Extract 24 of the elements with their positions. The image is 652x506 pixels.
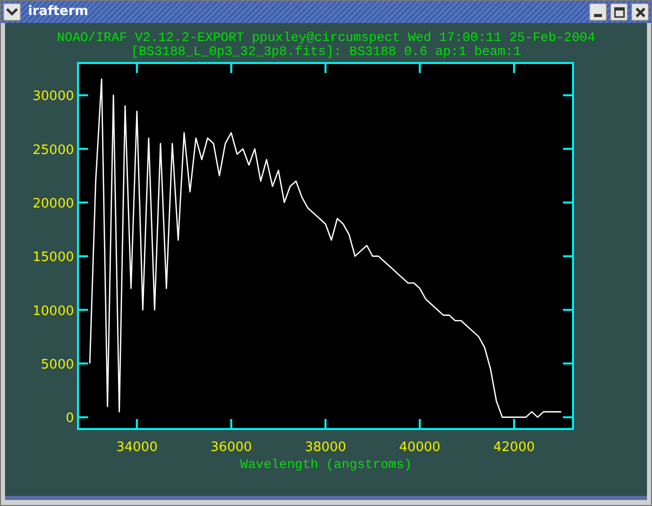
tick-label: 20000 bbox=[32, 196, 74, 212]
tick-label: 38000 bbox=[304, 440, 346, 453]
window-menu-button[interactable] bbox=[3, 3, 21, 21]
tick-label: 10000 bbox=[32, 304, 74, 319]
minimize-icon bbox=[594, 14, 602, 17]
plot-header: [BS3188_L_0p3_32_3p8.fits]: BS3188 0.6 ap:1 beam:1 bbox=[130, 45, 522, 59]
tick-label: 25000 bbox=[32, 142, 74, 158]
plot-header: NOAO/IRAF V2.12.2-EXPORT ppuxley@circumspect Wed 17:00:11 25-Feb-2004 bbox=[56, 31, 596, 45]
minimize-button[interactable] bbox=[589, 3, 607, 21]
tick-label: 5000 bbox=[40, 358, 74, 373]
window-title: irafterm bbox=[27, 3, 90, 22]
tick-label: 42000 bbox=[493, 440, 535, 453]
close-button[interactable] bbox=[631, 3, 649, 21]
tick-label: 36000 bbox=[210, 440, 252, 453]
tick-label: 40000 bbox=[399, 440, 440, 453]
axis-title: Wavelength (angstroms) bbox=[240, 456, 412, 474]
tick-label: 34000 bbox=[116, 440, 158, 453]
maximize-icon bbox=[614, 6, 624, 18]
chevron-down-icon bbox=[6, 8, 18, 16]
tick-label: 15000 bbox=[32, 250, 74, 266]
tick-label: 0 bbox=[66, 411, 74, 426]
tick-label: 30000 bbox=[32, 89, 74, 104]
close-icon bbox=[634, 6, 646, 18]
maximize-button[interactable] bbox=[610, 3, 628, 21]
